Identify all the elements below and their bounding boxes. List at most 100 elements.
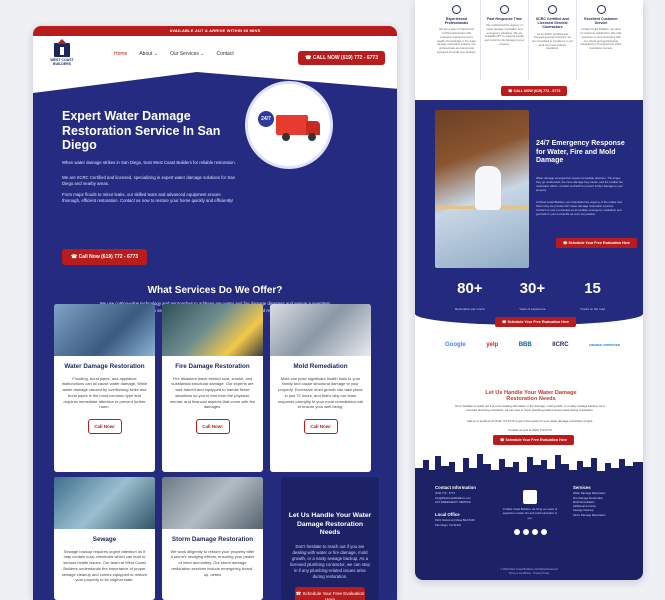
card-title: Storm Damage Restoration: [171, 536, 254, 543]
cta-card: Let Us Handle Your Water Damage Restorat…: [281, 477, 379, 600]
footer-heading: Services: [573, 485, 591, 490]
stat-label: Restoration per month: [455, 307, 485, 311]
feature-fast-response: Fast Response Time We understand the urg…: [481, 0, 529, 80]
card-text: Mold can pose significant health risks t…: [277, 375, 364, 410]
footer-address: San Diego, CA 92123: [435, 523, 461, 527]
footer-emergency: 24/7 EMERGENCY SERVICE: [435, 500, 471, 504]
footer-heading: Contact Information: [435, 485, 476, 490]
truck-illustration: 24/7: [245, 81, 333, 169]
stat-value: 80+: [457, 280, 483, 297]
cta-text: Don't hesitate to reach out if you are d…: [290, 543, 370, 579]
social-links: [514, 529, 547, 535]
footer-services: Services Water Damage Restoration Fire D…: [573, 485, 633, 518]
footer-service-link[interactable]: Storm Damage Restoration: [573, 514, 633, 518]
cta-evaluation-button[interactable]: ☎ Schedule Your Free Evaluation Here: [295, 586, 365, 600]
feature-title: IICRC Certified and Licensed General Con…: [536, 17, 569, 30]
footer-copyright: © 2023 West Coast Builders | All Rights …: [415, 568, 643, 575]
card-text: Flooding, burst pipes, and appliance mal…: [61, 375, 148, 410]
stat-years: 30+ Years of experience: [519, 280, 545, 315]
footer-center: At West Coast Builders, we bring our yea…: [501, 490, 559, 521]
worker-figure: [475, 166, 501, 210]
support-icon: [596, 5, 606, 14]
yelp-logo: yelp: [486, 342, 499, 348]
instagram-icon[interactable]: [523, 529, 529, 535]
card-call-button[interactable]: Call Now!: [87, 419, 122, 435]
service-card-storm: Storm Damage Restoration We work diligen…: [162, 477, 263, 600]
emergency-text-2: At West Coast Builders, we understand th…: [536, 200, 622, 216]
nav-home[interactable]: Home: [114, 51, 127, 57]
secondary-page-mockup: Experienced Professionals We are a team …: [415, 0, 643, 580]
cta-evaluation-button[interactable]: ☎ Schedule Your Free Evaluation Here: [493, 435, 575, 445]
worker-photo: [435, 110, 529, 268]
cta-text-3: Contact us now at (619) 772-6773: [508, 428, 552, 432]
stat-value: 15: [584, 280, 601, 297]
feature-title: Experienced Professionals: [444, 17, 469, 26]
announcement-bar: AVAILABLE 24/7 & ARRIVE WITHIN 60 MINS: [33, 26, 397, 36]
feature-certified: IICRC Certified and Licensed General Con…: [529, 0, 577, 80]
call-now-button[interactable]: ☎ CALL NOW (619) 772 - 6773: [298, 51, 385, 65]
stat-value: 30+: [519, 280, 546, 297]
card-title: Mold Remediation: [293, 363, 348, 370]
truck-wheel: [282, 133, 290, 141]
card-image: [54, 304, 155, 356]
feature-text: As an IICRC Certified and licensed gener…: [532, 32, 573, 51]
card-text: We work diligently to restore your prope…: [170, 548, 255, 577]
feature-service: Excellent Customer Service At West Coast…: [577, 0, 625, 80]
hero-call-button[interactable]: ☎ Call Now (619) 772 - 6773: [62, 249, 148, 265]
clock-icon: [500, 5, 509, 14]
emergency-text-1: Water damage emergencies require immedia…: [536, 176, 624, 192]
service-card-sewage: Sewage Sewage backup requires urgent att…: [54, 477, 155, 600]
nav-contact[interactable]: Contact: [216, 51, 233, 57]
truck-icon: [276, 115, 308, 135]
footer-heading: Local Office: [435, 512, 460, 518]
main-nav: Home About ⌄ Our Services ⌄ Contact: [114, 51, 234, 57]
feature-title: Fast Response Time: [487, 17, 522, 21]
card-call-button[interactable]: Call Now!: [303, 419, 338, 435]
emergency-evaluation-button[interactable]: ☎ Schedule Your Free Evaluation Here: [556, 238, 638, 248]
stat-label: Years of experience: [519, 307, 546, 311]
tiktok-icon[interactable]: [541, 529, 547, 535]
google-logo: Google: [445, 342, 466, 348]
service-card-mold: Mold Remediation Mold can pose significa…: [270, 304, 371, 472]
service-card-fire: Fire Damage Restoration Fire disasters l…: [162, 304, 263, 472]
truck-wheel: [308, 133, 316, 141]
trust-logos: Google yelp BBB IICRC FINANCE APPROVED: [445, 342, 620, 348]
stats-evaluation-button[interactable]: ☎ Schedule Your Free Evaluation Here: [495, 317, 577, 327]
logo-text: WEST COAST BUILDERS: [50, 57, 74, 66]
cta-text-2: Call us or email us at (619) 772-6773 to…: [466, 419, 594, 423]
nav-services[interactable]: Our Services ⌄: [170, 51, 204, 57]
legal-links[interactable]: Terms & Conditions · Privacy Policy: [415, 572, 643, 576]
stat-restorations: 80+ Restoration per month: [455, 280, 485, 315]
bbb-logo: BBB: [518, 342, 532, 348]
nav-about[interactable]: About ⌄: [139, 51, 158, 57]
site-logo[interactable]: WEST COAST BUILDERS: [45, 38, 79, 66]
finance-logo: FINANCE APPROVED: [589, 343, 620, 347]
card-title: Fire Damage Restoration: [175, 363, 250, 370]
feature-text: At West Coast Builders, we strive for cu…: [580, 28, 622, 50]
card-text: Fire disasters leave behind soot, smoke,…: [169, 375, 256, 410]
hero-text-1: When water damage strikes in San Diego, …: [62, 160, 236, 165]
card-text: Sewage backup requires urgent attention …: [61, 548, 148, 583]
badge-247: 24/7: [258, 111, 274, 127]
hero-text-3: From major floods to minor leaks, our sk…: [62, 192, 234, 204]
cta-text-1: Don't hesitate to reach out if you are d…: [455, 404, 605, 413]
card-call-button[interactable]: Call Now!: [195, 419, 230, 435]
features-row: Experienced Professionals We are a team …: [433, 0, 625, 80]
stat-trucks: 15 Trucks on the road: [580, 280, 605, 315]
certificate-icon: [548, 5, 557, 14]
call-now-button[interactable]: ☎ CALL NOW (619) 772 - 6773: [501, 86, 568, 96]
card-image: [162, 477, 263, 529]
service-card-water: Water Damage Restoration Flooding, burst…: [54, 304, 155, 472]
facebook-icon[interactable]: [514, 529, 520, 535]
card-image: [54, 477, 155, 529]
cta-title: Let Us Handle Your Water Damage Restorat…: [485, 390, 577, 403]
main-page-mockup: AVAILABLE 24/7 & ARRIVE WITHIN 60 MINS W…: [33, 26, 397, 600]
card-image: [270, 304, 371, 356]
hero-text-2: We are IICRC Certified and licensed, spe…: [62, 175, 236, 187]
feature-text: We are a team of trained and certified t…: [436, 28, 477, 54]
badge-icon: [452, 5, 461, 14]
footer-contact: Contact Information (619) 772 - 6773 inf…: [435, 485, 499, 528]
iicrc-logo: IICRC: [552, 342, 569, 348]
youtube-icon[interactable]: [532, 529, 538, 535]
cta-title: Let Us Handle Your Water Damage Restorat…: [288, 512, 372, 536]
